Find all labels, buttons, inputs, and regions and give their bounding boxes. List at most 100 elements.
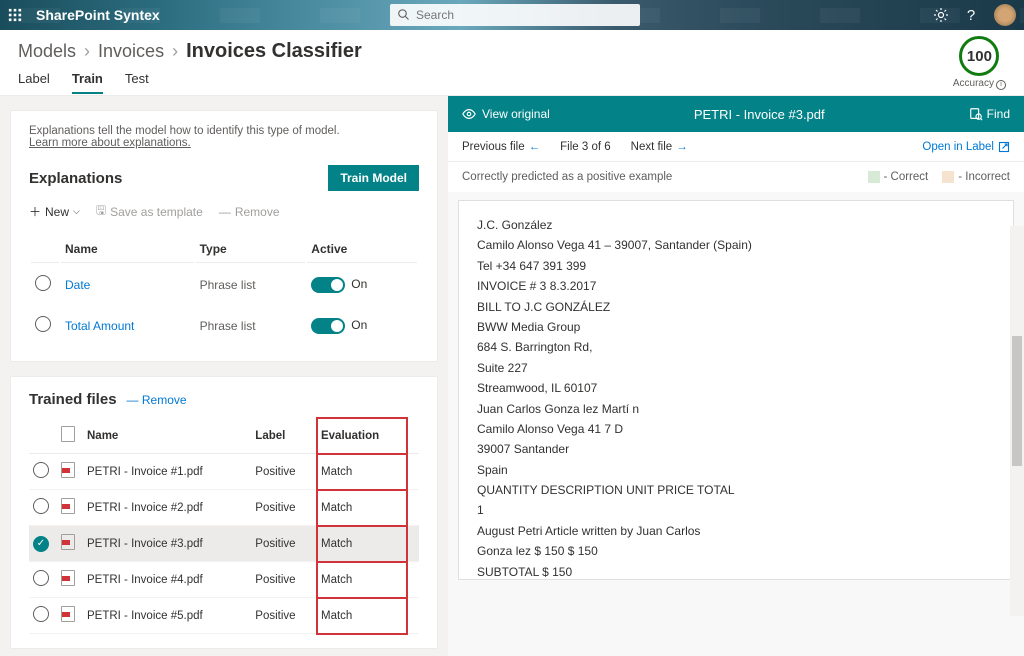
doc-line: Camilo Alonso Vega 41 – 39007, Santander… [477,235,995,255]
col-active: Active [307,236,417,263]
user-avatar[interactable] [994,4,1016,26]
left-pane: Explanations tell the model how to ident… [0,96,448,656]
next-file-button[interactable]: Next file → [631,141,688,153]
row-radio[interactable] [35,316,51,332]
table-row[interactable]: ✓ PETRI - Invoice #3.pdf Positive Match [29,526,419,562]
table-row[interactable]: PETRI - Invoice #4.pdf Positive Match [29,562,419,598]
scrollbar[interactable] [1010,226,1024,616]
help-button[interactable]: ? [956,0,986,30]
doc-line: Camilo Alonso Vega 41 7 D [477,419,995,439]
table-row[interactable]: PETRI - Invoice #2.pdf Positive Match [29,490,419,526]
explanations-panel: Explanations tell the model how to ident… [10,110,438,362]
doc-line: 1 [477,500,995,520]
settings-button[interactable] [926,0,956,30]
explanations-toolbar: ＋New⌵ 🖫Save as template —Remove [29,201,419,222]
accuracy-label: Accuracy [953,78,994,89]
legend-swatch-incorrect [942,171,954,183]
view-original-button[interactable]: View original [462,107,550,121]
prev-file-button[interactable]: Previous file ← [462,141,540,153]
tab-train[interactable]: Train [72,71,103,94]
active-toggle[interactable] [311,277,345,293]
row-radio[interactable] [33,606,49,622]
explanation-name[interactable]: Total Amount [65,319,134,333]
explanation-type: Phrase list [196,265,306,304]
doc-line: Streamwood, IL 60107 [477,378,995,398]
document-content[interactable]: J.C. GonzálezCamilo Alonso Vega 41 – 390… [458,200,1014,580]
train-model-button[interactable]: Train Model [328,165,419,191]
breadcrumb-bar: Models › Invoices › Invoices Classifier … [0,30,1024,96]
col-type: Type [196,236,306,263]
scrollbar-thumb[interactable] [1012,336,1022,466]
file-name: PETRI - Invoice #2.pdf [83,490,251,526]
app-launcher-button[interactable] [0,0,30,30]
checkmark-icon[interactable]: ✓ [33,536,49,552]
chevron-right-icon: › [84,41,90,62]
doc-line: Tel +34 647 391 399 [477,256,995,276]
eye-icon [462,107,476,121]
prediction-status: Correctly predicted as a positive exampl… [462,171,672,183]
file-label: Positive [251,562,317,598]
app-header: SharePoint Syntex ? [0,0,1024,30]
breadcrumb-item[interactable]: Models [18,41,76,62]
learn-more-link[interactable]: Learn more about explanations. [29,137,191,149]
search-box[interactable] [390,4,640,26]
tab-test[interactable]: Test [125,71,149,94]
table-row[interactable]: Total Amount Phrase list On [31,306,417,345]
arrow-left-icon: ← [529,141,541,153]
legend-incorrect: - Incorrect [942,171,1010,183]
document-viewer: View original PETRI - Invoice #3.pdf Fin… [448,96,1024,656]
breadcrumb: Models › Invoices › Invoices Classifier [18,40,1006,63]
row-radio[interactable] [33,498,49,514]
document-icon [61,426,75,442]
new-button[interactable]: ＋New⌵ [29,203,80,220]
open-in-label-button[interactable]: Open in Label [922,141,1010,153]
trained-files-table: Name Label Evaluation PETRI - Invoice #1… [29,418,419,634]
arrow-right-icon: → [676,141,688,153]
trained-remove-button[interactable]: Remove [127,393,187,407]
file-name: PETRI - Invoice #5.pdf [83,598,251,634]
info-icon[interactable]: i [996,80,1006,90]
chevron-right-icon: › [172,41,178,62]
chevron-down-icon: ⌵ [73,206,80,217]
row-radio[interactable] [35,275,51,291]
explanations-table: Name Type Active Date Phrase list On Tot… [29,234,419,347]
file-label: Positive [251,490,317,526]
row-radio[interactable] [33,462,49,478]
viewer-status: Correctly predicted as a positive exampl… [448,162,1024,192]
trained-files-panel: Trained files Remove Name Label Evaluati… [10,376,438,649]
table-row[interactable]: PETRI - Invoice #1.pdf Positive Match [29,454,419,490]
trained-files-title: Trained files [29,391,117,408]
doc-line: BILL TO J.C GONZÁLEZ [477,297,995,317]
active-toggle[interactable] [311,318,345,334]
search-input[interactable] [416,8,632,22]
remove-button[interactable]: —Remove [219,205,280,219]
doc-line: QUANTITY DESCRIPTION UNIT PRICE TOTAL [477,480,995,500]
viewer-nav: Previous file ← File 3 of 6 Next file → … [448,132,1024,162]
table-row[interactable]: PETRI - Invoice #5.pdf Positive Match [29,598,419,634]
file-evaluation: Match [317,490,407,526]
edit-icon [998,141,1010,153]
find-button[interactable]: Find [969,107,1010,121]
file-evaluation: Match [317,454,407,490]
doc-line: INVOICE # 3 8.3.2017 [477,276,995,296]
explanation-name[interactable]: Date [65,278,90,292]
gear-icon [933,7,949,23]
explanations-title: Explanations [29,170,122,187]
file-evaluation: Match [317,598,407,634]
col-name: Name [83,418,251,454]
row-radio[interactable] [33,570,49,586]
tab-label[interactable]: Label [18,71,50,94]
doc-line: Juan Carlos Gonza lez Martí n [477,399,995,419]
doc-line: Suite 227 [477,358,995,378]
accuracy-badge: 100 Accuracyi [953,36,1006,90]
col-name: Name [61,236,194,263]
doc-line: Spain [477,460,995,480]
save-template-button[interactable]: 🖫Save as template [96,201,203,222]
file-name: PETRI - Invoice #3.pdf [83,526,251,562]
table-row[interactable]: Date Phrase list On [31,265,417,304]
viewer-doc-title: PETRI - Invoice #3.pdf [550,107,969,122]
toggle-state: On [351,277,367,291]
breadcrumb-item[interactable]: Invoices [98,41,164,62]
doc-line: BWW Media Group [477,317,995,337]
pdf-icon [61,498,75,514]
